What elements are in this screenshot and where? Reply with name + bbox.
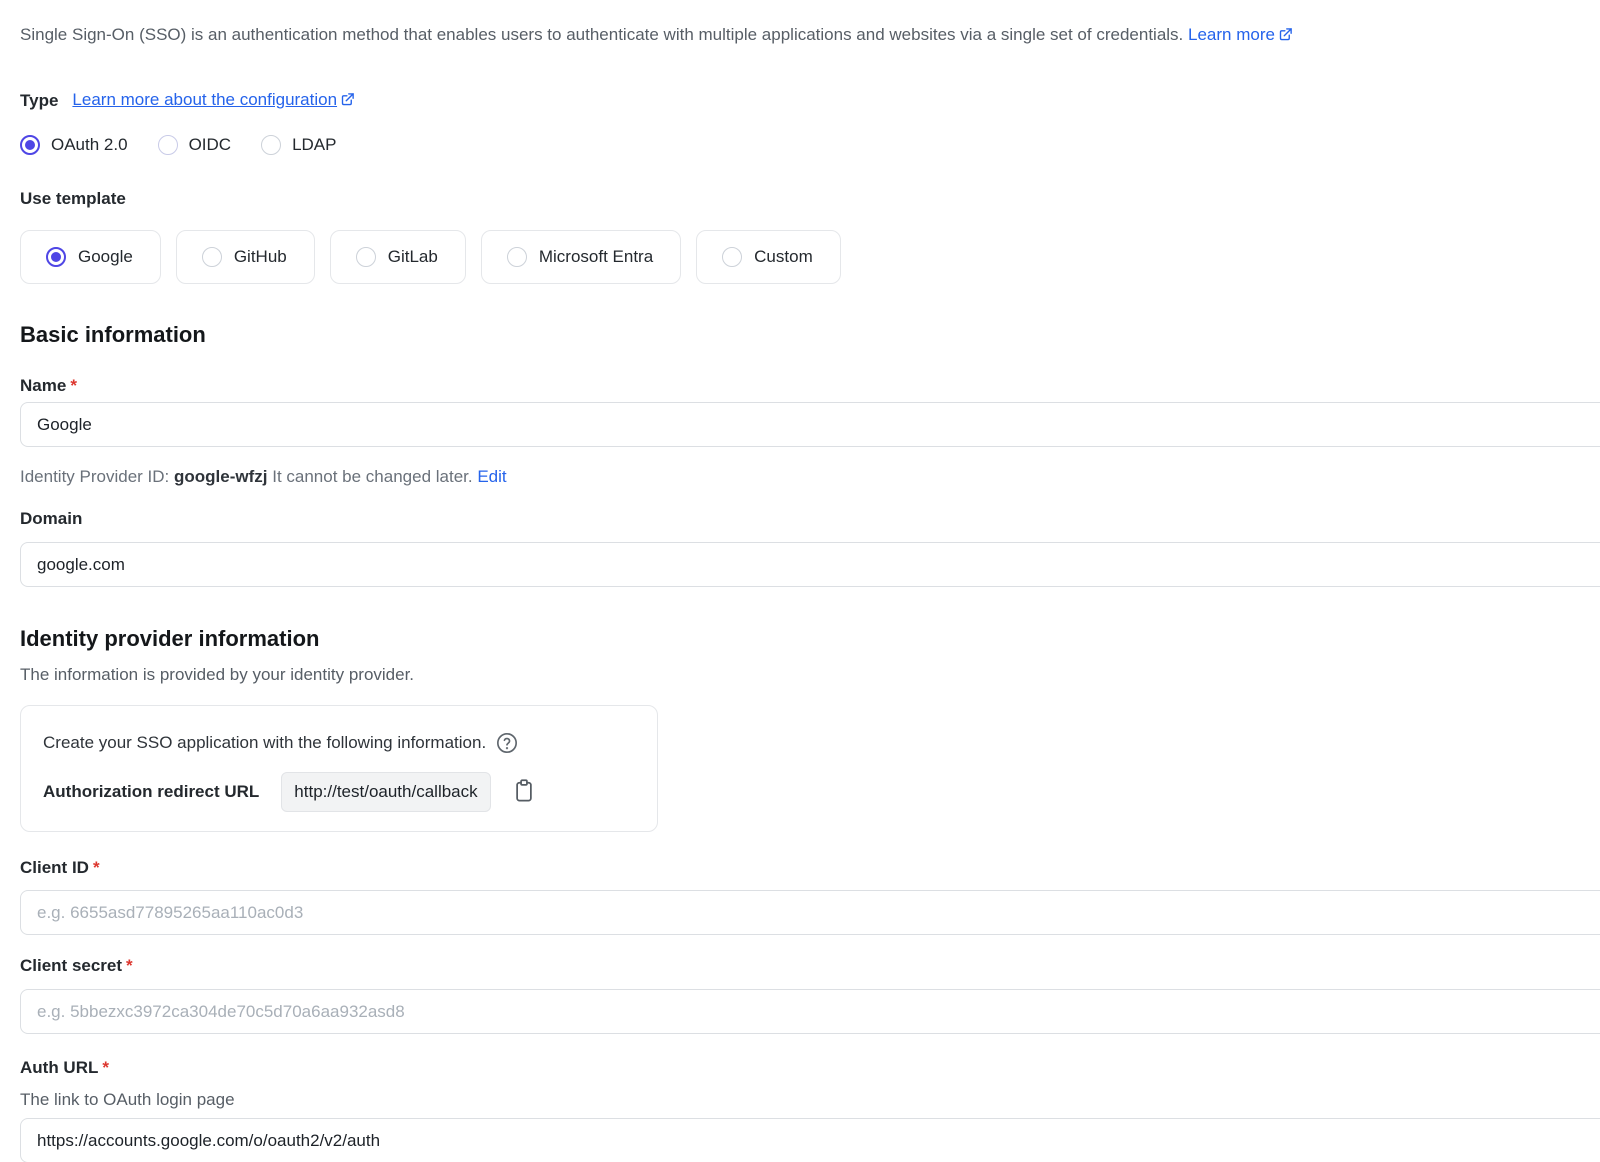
radio-custom-icon bbox=[722, 247, 742, 267]
template-card-github[interactable]: GitHub bbox=[176, 230, 315, 284]
required-asterisk: * bbox=[70, 376, 77, 395]
radio-gitlab-icon bbox=[356, 247, 376, 267]
sso-description: Single Sign-On (SSO) is an authenticatio… bbox=[20, 24, 1600, 48]
use-template-label: Use template bbox=[20, 188, 1600, 209]
auth-url-hint: The link to OAuth login page bbox=[20, 1089, 1600, 1110]
type-section-header: Type Learn more about the configuration bbox=[20, 88, 1600, 114]
client-id-label: Client ID* bbox=[20, 860, 1600, 876]
client-secret-input[interactable] bbox=[20, 989, 1600, 1034]
type-label: Type bbox=[20, 89, 58, 113]
sso-settings-page: Single Sign-On (SSO) is an authenticatio… bbox=[0, 0, 1600, 1162]
radio-option-ldap[interactable]: LDAP bbox=[261, 135, 336, 155]
idp-id-prefix: Identity Provider ID: bbox=[20, 467, 174, 486]
protocol-radio-group: OAuth 2.0 OIDC LDAP bbox=[20, 134, 1600, 156]
configuration-docs-link[interactable]: Learn more about the configuration bbox=[72, 88, 355, 114]
radio-github-icon bbox=[202, 247, 222, 267]
radio-option-oauth2[interactable]: OAuth 2.0 bbox=[20, 135, 128, 155]
radio-ldap-icon bbox=[261, 135, 281, 155]
edit-idp-id-link[interactable]: Edit bbox=[477, 467, 506, 486]
required-asterisk: * bbox=[126, 956, 133, 975]
learn-more-link[interactable]: Learn more bbox=[1188, 25, 1293, 44]
name-label: Name* bbox=[20, 378, 1600, 394]
auth-url-label: Auth URL* bbox=[20, 1060, 1600, 1076]
info-card-instruction: Create your SSO application with the fol… bbox=[43, 732, 486, 754]
authorization-redirect-value: http://test/oauth/callback bbox=[281, 772, 490, 812]
identity-provider-information-heading: Identity provider information bbox=[20, 626, 1600, 652]
template-card-group: Google GitHub GitLab Microsoft Entra Cus… bbox=[20, 230, 1600, 284]
radio-option-oidc[interactable]: OIDC bbox=[158, 135, 232, 155]
info-card-instruction-row: Create your SSO application with the fol… bbox=[43, 732, 635, 754]
required-asterisk: * bbox=[102, 1058, 109, 1077]
radio-oidc-icon bbox=[158, 135, 178, 155]
template-card-custom[interactable]: Custom bbox=[696, 230, 841, 284]
name-input[interactable] bbox=[20, 402, 1600, 447]
auth-url-input[interactable] bbox=[20, 1118, 1600, 1162]
identity-provider-id-line: Identity Provider ID: google-wfzj It can… bbox=[20, 466, 1600, 487]
template-card-gitlab[interactable]: GitLab bbox=[330, 230, 466, 284]
radio-google-icon bbox=[46, 247, 66, 267]
basic-information-heading: Basic information bbox=[20, 322, 1600, 348]
domain-label: Domain bbox=[20, 511, 1600, 527]
clipboard-icon bbox=[513, 778, 535, 806]
help-icon[interactable] bbox=[496, 732, 518, 754]
radio-microsoft-entra-icon bbox=[507, 247, 527, 267]
authorization-redirect-label: Authorization redirect URL bbox=[43, 782, 259, 802]
authorization-redirect-row: Authorization redirect URL http://test/o… bbox=[43, 770, 635, 814]
copy-redirect-url-button[interactable] bbox=[513, 778, 535, 806]
client-id-input[interactable] bbox=[20, 890, 1600, 935]
external-link-icon bbox=[340, 90, 355, 114]
client-secret-label: Client secret* bbox=[20, 958, 1600, 974]
domain-input[interactable] bbox=[20, 542, 1600, 587]
required-asterisk: * bbox=[93, 858, 100, 877]
identity-provider-subheading: The information is provided by your iden… bbox=[20, 664, 1600, 685]
radio-oauth2-icon bbox=[20, 135, 40, 155]
idp-id-suffix: It cannot be changed later. bbox=[268, 467, 478, 486]
sso-application-info-card: Create your SSO application with the fol… bbox=[20, 705, 658, 832]
external-link-icon bbox=[1278, 26, 1293, 48]
idp-id-value: google-wfzj bbox=[174, 467, 267, 486]
template-card-google[interactable]: Google bbox=[20, 230, 161, 284]
template-card-microsoft-entra[interactable]: Microsoft Entra bbox=[481, 230, 681, 284]
sso-description-text: Single Sign-On (SSO) is an authenticatio… bbox=[20, 25, 1183, 44]
